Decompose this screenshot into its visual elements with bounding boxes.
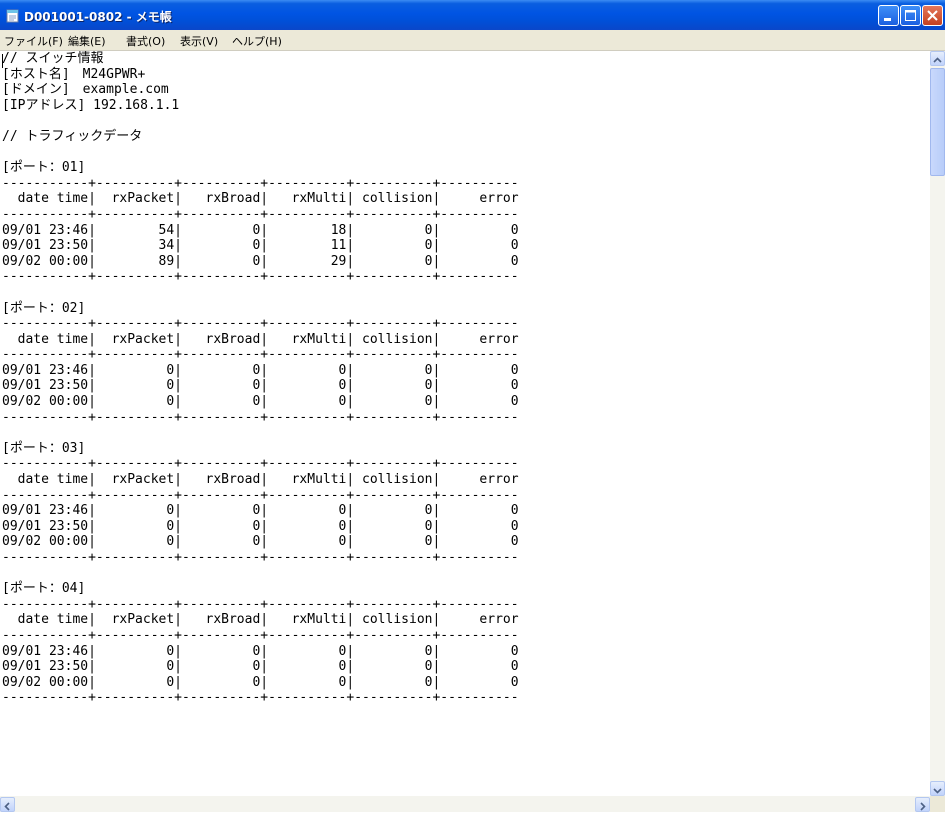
text-caret <box>2 54 3 68</box>
window-title: D001001-0802 - メモ帳 <box>24 10 172 24</box>
close-button[interactable] <box>922 5 943 26</box>
notepad-window: D001001-0802 - メモ帳 ファイル(F) 編集(E) 書式(O) 表… <box>0 0 945 812</box>
minimize-icon <box>884 18 891 21</box>
menu-edit[interactable]: 編集(E) <box>68 33 106 49</box>
maximize-icon <box>905 10 916 21</box>
menu-view[interactable]: 表示(V) <box>180 33 218 49</box>
menu-help[interactable]: ヘルプ(H) <box>232 33 282 49</box>
scroll-left-button[interactable] <box>0 797 15 812</box>
chevron-up-icon <box>933 57 942 63</box>
text-editor[interactable]: // スイッチ情報 [ホスト名] M24GPWR+ [ドメイン] example… <box>0 51 930 796</box>
notepad-icon[interactable] <box>6 8 20 23</box>
resize-grip[interactable] <box>930 796 945 812</box>
menu-bar: ファイル(F) 編集(E) 書式(O) 表示(V) ヘルプ(H) <box>0 30 945 51</box>
chevron-left-icon <box>4 802 10 811</box>
title-bar[interactable]: D001001-0802 - メモ帳 <box>0 0 945 30</box>
close-icon <box>927 10 938 21</box>
minimize-button[interactable] <box>878 5 899 26</box>
document-text[interactable]: // スイッチ情報 [ホスト名] M24GPWR+ [ドメイン] example… <box>2 51 519 706</box>
menu-format[interactable]: 書式(O) <box>126 33 165 49</box>
menu-file[interactable]: ファイル(F) <box>4 33 63 49</box>
chevron-right-icon <box>920 802 926 811</box>
horizontal-scrollbar[interactable] <box>0 796 930 812</box>
vertical-scroll-thumb[interactable] <box>930 68 945 176</box>
scroll-right-button[interactable] <box>915 797 930 812</box>
scroll-up-button[interactable] <box>930 51 945 66</box>
scroll-down-button[interactable] <box>930 781 945 796</box>
maximize-button[interactable] <box>900 5 921 26</box>
